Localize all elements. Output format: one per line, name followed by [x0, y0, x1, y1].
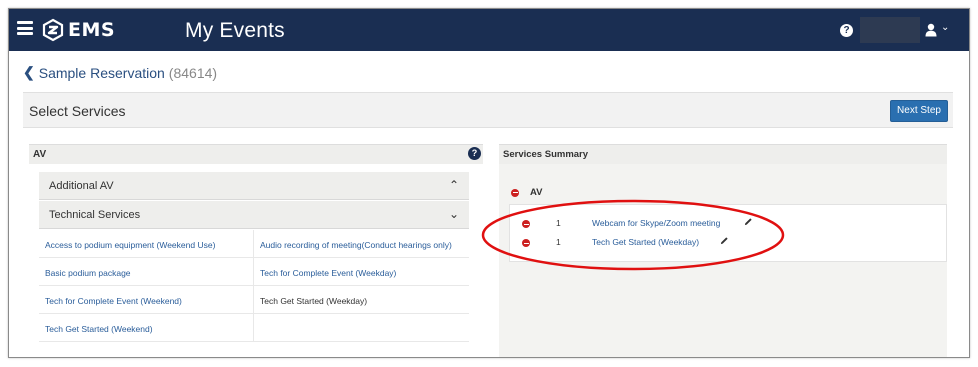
breadcrumb[interactable]: ❮ Sample Reservation (84614) — [23, 64, 217, 81]
service-link[interactable]: Access to podium equipment (Weekend Use) — [39, 230, 254, 257]
help-icon[interactable]: ? — [840, 24, 853, 37]
user-icon[interactable] — [925, 23, 937, 37]
av-panel-title: AV — [33, 149, 47, 160]
service-link[interactable]: Tech Get Started (Weekend) — [39, 314, 254, 341]
user-name-box[interactable] — [860, 17, 920, 43]
service-grid: Access to podium equipment (Weekend Use)… — [39, 230, 469, 342]
remove-group-icon[interactable] — [511, 188, 519, 197]
accordion-label: Additional AV — [49, 180, 114, 192]
av-panel: AV ? Additional AV ⌃ Technical Services … — [29, 144, 483, 354]
user-menu-chevron-down-icon[interactable]: ⌄ — [941, 22, 949, 33]
service-row: Tech for Complete Event (Weekend) Tech G… — [39, 286, 469, 314]
section-title: Select Services — [29, 103, 126, 119]
av-panel-header: AV ? — [29, 144, 483, 164]
accordion-technical-services[interactable]: Technical Services ⌄ — [39, 201, 469, 229]
accordion-label: Technical Services — [49, 209, 141, 221]
empty-cell — [254, 314, 469, 341]
logo-text: EMS — [68, 19, 116, 41]
chevron-down-icon: ⌄ — [448, 207, 459, 221]
annotation-ellipse — [481, 199, 785, 271]
service-link[interactable]: Tech for Complete Event (Weekend) — [39, 286, 254, 313]
service-row: Tech Get Started (Weekend) — [39, 314, 469, 342]
service-row: Basic podium package Tech for Complete E… — [39, 258, 469, 286]
service-link[interactable]: Tech for Complete Event (Weekday) — [254, 258, 469, 285]
service-link[interactable]: Basic podium package — [39, 258, 254, 285]
app-window: EMS My Events ? ⌄ ❮ Sample Reservation (… — [8, 8, 970, 358]
next-step-button[interactable]: Next Step — [890, 100, 948, 122]
summary-title: Services Summary — [503, 149, 589, 160]
accordion-additional-av[interactable]: Additional AV ⌃ — [39, 172, 469, 200]
av-help-icon[interactable]: ? — [468, 147, 481, 160]
reservation-name[interactable]: Sample Reservation — [39, 65, 165, 81]
summary-header: Services Summary — [499, 144, 947, 164]
service-selected[interactable]: Tech Get Started (Weekday) — [254, 286, 469, 313]
page-title: My Events — [185, 19, 285, 42]
ems-logo[interactable]: EMS — [41, 17, 115, 43]
select-services-bar: Select Services Next Step — [23, 92, 953, 128]
hamburger-menu-icon[interactable] — [17, 21, 33, 35]
ems-logo-mark-icon — [42, 18, 64, 42]
chevron-left-icon: ❮ — [23, 64, 35, 80]
top-nav-bar: EMS My Events ? ⌄ — [9, 9, 969, 51]
chevron-up-icon: ⌃ — [448, 178, 459, 192]
reservation-id: (84614) — [168, 64, 218, 81]
service-link[interactable]: Audio recording of meeting(Conduct heari… — [254, 230, 469, 257]
service-row: Access to podium equipment (Weekend Use)… — [39, 230, 469, 258]
